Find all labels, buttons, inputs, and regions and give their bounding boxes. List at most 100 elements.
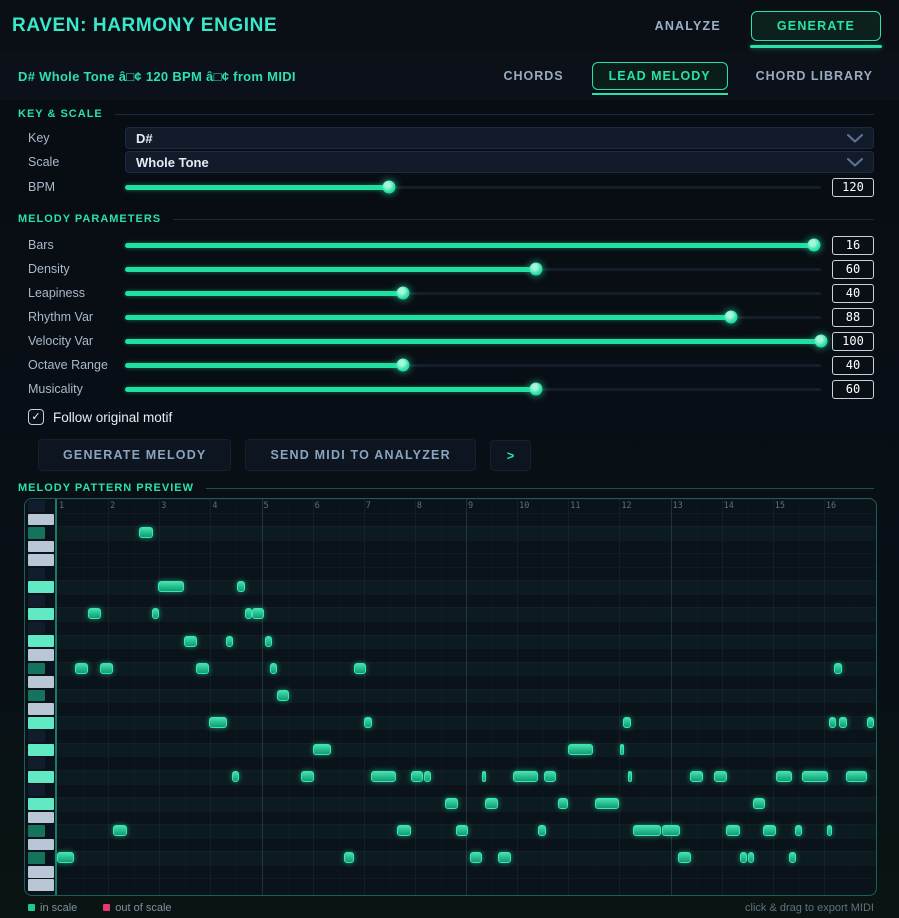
note[interactable]	[748, 852, 754, 863]
rhythm-var-slider[interactable]	[125, 311, 821, 323]
note[interactable]	[829, 717, 836, 728]
note[interactable]	[88, 608, 101, 619]
velocity-var-slider[interactable]	[125, 335, 821, 347]
note[interactable]	[839, 717, 847, 728]
tab-chord-library[interactable]: CHORD LIBRARY	[756, 69, 873, 83]
bpm-slider[interactable]	[125, 181, 821, 193]
key-select[interactable]: D#	[125, 127, 874, 149]
bpm-value-box[interactable]: 120	[832, 178, 874, 197]
note[interactable]	[245, 608, 252, 619]
slider-thumb[interactable]	[397, 287, 410, 300]
octave-range-slider[interactable]	[125, 359, 821, 371]
note[interactable]	[595, 798, 619, 809]
note[interactable]	[690, 771, 703, 782]
analyze-button[interactable]: ANALYZE	[655, 19, 721, 33]
note[interactable]	[485, 798, 498, 809]
bars-slider[interactable]	[125, 239, 821, 251]
note[interactable]	[57, 852, 74, 863]
slider-thumb[interactable]	[724, 311, 737, 324]
slider-value-box[interactable]: 88	[832, 308, 874, 327]
note[interactable]	[232, 771, 239, 782]
note[interactable]	[313, 744, 331, 755]
note[interactable]	[753, 798, 765, 809]
note[interactable]	[456, 825, 468, 836]
note[interactable]	[827, 825, 832, 836]
note[interactable]	[628, 771, 632, 782]
leapiness-slider[interactable]	[125, 287, 821, 299]
note[interactable]	[789, 852, 796, 863]
note[interactable]	[662, 825, 680, 836]
generate-button[interactable]: GENERATE	[751, 11, 881, 41]
note[interactable]	[513, 771, 538, 782]
note[interactable]	[678, 852, 691, 863]
note[interactable]	[802, 771, 828, 782]
note[interactable]	[623, 717, 631, 728]
scale-select[interactable]: Whole Tone	[125, 151, 874, 173]
note[interactable]	[113, 825, 127, 836]
note[interactable]	[364, 717, 372, 728]
slider-thumb[interactable]	[808, 239, 821, 252]
note[interactable]	[397, 825, 411, 836]
slider-thumb[interactable]	[529, 383, 542, 396]
tab-lead-melody[interactable]: LEAD MELODY	[592, 62, 728, 90]
note[interactable]	[184, 636, 197, 647]
slider-thumb[interactable]	[815, 335, 828, 348]
note[interactable]	[226, 636, 233, 647]
note[interactable]	[445, 798, 458, 809]
density-slider[interactable]	[125, 263, 821, 275]
note[interactable]	[846, 771, 867, 782]
note[interactable]	[75, 663, 88, 674]
note[interactable]	[424, 771, 431, 782]
generate-melody-button[interactable]: GENERATE MELODY	[38, 439, 231, 471]
note[interactable]	[726, 825, 740, 836]
note[interactable]	[270, 663, 277, 674]
slider-value-box[interactable]: 40	[832, 284, 874, 303]
note[interactable]	[470, 852, 482, 863]
note[interactable]	[633, 825, 661, 836]
note[interactable]	[482, 771, 486, 782]
slider-value-box[interactable]: 16	[832, 236, 874, 255]
note[interactable]	[834, 663, 842, 674]
note[interactable]	[354, 663, 366, 674]
note[interactable]	[196, 663, 209, 674]
note[interactable]	[265, 636, 272, 647]
note[interactable]	[544, 771, 556, 782]
note[interactable]	[568, 744, 593, 755]
slider-value-box[interactable]: 60	[832, 260, 874, 279]
slider-thumb[interactable]	[529, 263, 542, 276]
musicality-slider[interactable]	[125, 383, 821, 395]
note[interactable]	[371, 771, 396, 782]
checkbox[interactable]: ✓	[28, 409, 44, 425]
note[interactable]	[795, 825, 802, 836]
note[interactable]	[277, 690, 289, 701]
slider-thumb[interactable]	[383, 181, 396, 194]
follow-motif-checkbox-row[interactable]: ✓ Follow original motif	[0, 407, 899, 427]
note[interactable]	[237, 581, 245, 592]
tab-chords[interactable]: CHORDS	[503, 69, 563, 83]
note[interactable]	[763, 825, 776, 836]
note[interactable]	[411, 771, 423, 782]
note[interactable]	[714, 771, 727, 782]
slider-value-box[interactable]: 40	[832, 356, 874, 375]
send-arrow-button[interactable]: >	[490, 440, 532, 471]
note[interactable]	[344, 852, 354, 863]
note[interactable]	[558, 798, 568, 809]
note[interactable]	[776, 771, 792, 782]
send-midi-button[interactable]: SEND MIDI TO ANALYZER	[245, 439, 475, 471]
note[interactable]	[538, 825, 546, 836]
note[interactable]	[158, 581, 184, 592]
note[interactable]	[740, 852, 747, 863]
slider-value-box[interactable]: 100	[832, 332, 874, 351]
piano-roll-grid[interactable]: 12345678910111213141516	[55, 499, 876, 895]
note[interactable]	[152, 608, 159, 619]
note[interactable]	[209, 717, 227, 728]
note[interactable]	[139, 527, 153, 538]
note[interactable]	[867, 717, 874, 728]
note[interactable]	[252, 608, 264, 619]
note[interactable]	[100, 663, 113, 674]
slider-thumb[interactable]	[397, 359, 410, 372]
slider-value-box[interactable]: 60	[832, 380, 874, 399]
note[interactable]	[301, 771, 314, 782]
note[interactable]	[620, 744, 624, 755]
note[interactable]	[498, 852, 511, 863]
